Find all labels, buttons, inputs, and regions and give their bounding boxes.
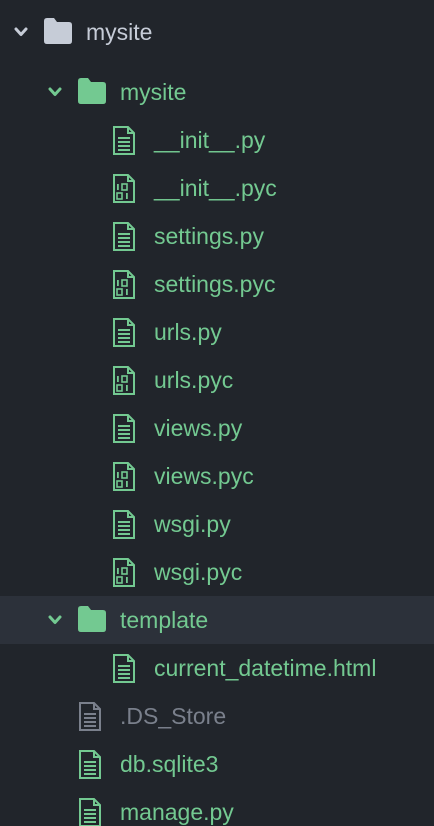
tree-file-label: .DS_Store bbox=[120, 703, 227, 729]
file-text-icon bbox=[78, 750, 102, 780]
tree-file-row[interactable]: wsgi.pyc bbox=[0, 548, 434, 596]
tree-file-row[interactable]: settings.py bbox=[0, 212, 434, 260]
tree-file-row[interactable]: manage.py bbox=[0, 788, 434, 826]
file-text-icon bbox=[112, 510, 136, 540]
tree-file-label: db.sqlite3 bbox=[120, 751, 219, 777]
tree-file-label: views.pyc bbox=[154, 463, 254, 489]
tree-file-row[interactable]: views.py bbox=[0, 404, 434, 452]
file-text-icon bbox=[78, 798, 102, 826]
tree-file-label: __init__.pyc bbox=[154, 175, 277, 201]
tree-file-label: settings.pyc bbox=[154, 271, 276, 297]
tree-file-label: __init__.py bbox=[154, 127, 266, 153]
tree-folder-mysite-root[interactable]: mysite bbox=[0, 8, 434, 56]
tree-file-row[interactable]: db.sqlite3 bbox=[0, 740, 434, 788]
file-binary-icon bbox=[112, 366, 136, 396]
file-text-icon bbox=[112, 318, 136, 348]
folder-icon bbox=[78, 78, 106, 104]
tree-folder-template[interactable]: template bbox=[0, 596, 434, 644]
file-text-icon bbox=[112, 654, 136, 684]
file-text-icon bbox=[78, 702, 102, 732]
tree-file-label: views.py bbox=[154, 415, 243, 441]
tree-file-label: wsgi.pyc bbox=[154, 559, 243, 585]
tree-file-label: manage.py bbox=[120, 799, 234, 825]
tree-folder-label: mysite bbox=[120, 79, 187, 105]
file-binary-icon bbox=[112, 270, 136, 300]
file-binary-icon bbox=[112, 462, 136, 492]
tree-file-label: settings.py bbox=[154, 223, 264, 249]
file-text-icon bbox=[112, 222, 136, 252]
tree-file-row[interactable]: __init__.pyc bbox=[0, 164, 434, 212]
folder-icon bbox=[78, 606, 106, 632]
tree-file-label: urls.pyc bbox=[154, 367, 234, 393]
file-tree: mysite mysite __init__.py __init__.pyc s… bbox=[0, 0, 434, 826]
tree-file-label: current_datetime.html bbox=[154, 655, 377, 681]
chevron-down-icon[interactable] bbox=[47, 84, 63, 100]
file-text-icon bbox=[112, 414, 136, 444]
tree-folder-mysite-app[interactable]: mysite bbox=[0, 68, 434, 116]
tree-folder-label: mysite bbox=[86, 19, 153, 45]
file-text-icon bbox=[112, 126, 136, 156]
folder-icon bbox=[44, 18, 72, 44]
tree-file-row[interactable]: urls.pyc bbox=[0, 356, 434, 404]
tree-file-row[interactable]: wsgi.py bbox=[0, 500, 434, 548]
tree-file-row[interactable]: .DS_Store bbox=[0, 692, 434, 740]
tree-file-row[interactable]: __init__.py bbox=[0, 116, 434, 164]
tree-file-label: wsgi.py bbox=[154, 511, 231, 537]
tree-file-row[interactable]: views.pyc bbox=[0, 452, 434, 500]
file-binary-icon bbox=[112, 174, 136, 204]
chevron-down-icon[interactable] bbox=[13, 24, 29, 40]
file-binary-icon bbox=[112, 558, 136, 588]
tree-file-row[interactable]: urls.py bbox=[0, 308, 434, 356]
tree-file-row[interactable]: current_datetime.html bbox=[0, 644, 434, 692]
chevron-down-icon[interactable] bbox=[47, 612, 63, 628]
tree-file-label: urls.py bbox=[154, 319, 222, 345]
tree-file-row[interactable]: settings.pyc bbox=[0, 260, 434, 308]
tree-folder-label: template bbox=[120, 607, 209, 633]
